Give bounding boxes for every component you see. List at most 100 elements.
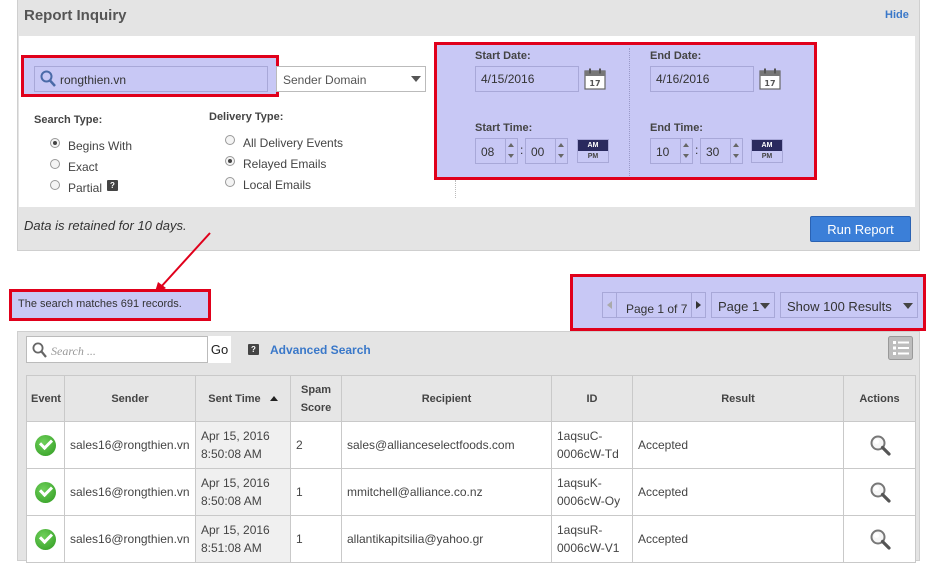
page-select[interactable]: Page 1 <box>711 292 775 318</box>
id-cell: 1aqsuC- 0006cW-Td <box>551 421 633 469</box>
option-all-delivery: All Delivery Events <box>243 136 344 150</box>
header-row: Event Sender Sent Time Spam Score Recipi… <box>26 375 916 422</box>
end-date-input[interactable]: 4/16/2016 <box>650 66 754 92</box>
grid-search-input[interactable]: Search ... <box>26 336 231 363</box>
end-minute-value: 30 <box>706 145 720 159</box>
spam-score-cell: 1 <box>290 468 342 516</box>
recipient-cell: allantikapitsilia@yahoo.gr <box>341 515 552 563</box>
sender-cell: sales16@rongthien.vn <box>64 515 196 563</box>
stepper-arrows[interactable] <box>680 139 692 163</box>
sent-time-cell: Apr 15, 2016 8:51:08 AM <box>195 515 291 563</box>
magnifier-icon[interactable] <box>869 434 891 456</box>
col-id[interactable]: ID <box>551 375 633 422</box>
calendar-day: 17 <box>764 79 775 88</box>
event-cell <box>26 468 65 516</box>
field-type-select[interactable]: Sender Domain <box>276 66 426 92</box>
radio-local[interactable] <box>225 177 235 187</box>
col-event[interactable]: Event <box>26 375 65 422</box>
end-time-label: End Time: <box>650 122 703 134</box>
calendar-icon[interactable]: 17 <box>759 68 781 90</box>
id-cell: 1aqsuR- 0006cW-V1 <box>551 515 633 563</box>
magnifier-icon[interactable] <box>869 528 891 550</box>
table-row[interactable]: sales16@rongthien.vn Apr 15, 2016 8:50:08 … <box>26 421 916 469</box>
pm-option[interactable]: PM <box>578 151 608 162</box>
delivery-type-label: Delivery Type: <box>209 111 284 123</box>
id-cell: 1aqsuK- 0006cW-Oy <box>551 468 633 516</box>
col-recipient[interactable]: Recipient <box>341 375 552 422</box>
option-begins-with: Begins With <box>68 139 133 153</box>
domain-input[interactable]: rongthien.vn <box>34 66 268 92</box>
stepper-arrows[interactable] <box>555 139 567 163</box>
start-ampm-toggle[interactable]: AM PM <box>577 139 609 163</box>
go-button[interactable]: Go <box>207 336 231 363</box>
check-icon <box>35 434 56 456</box>
advanced-search-link[interactable]: Advanced Search <box>270 343 371 357</box>
panel-title: Report Inquiry <box>24 7 127 24</box>
chevron-down-icon <box>903 303 913 309</box>
chevron-down-icon <box>760 303 770 309</box>
spam-score-cell: 2 <box>290 421 342 469</box>
stepper-arrows[interactable] <box>505 139 517 163</box>
id-part: 0006cW-V1 <box>557 541 620 555</box>
search-icon <box>32 342 47 358</box>
pm-option[interactable]: PM <box>752 151 782 162</box>
col-sender[interactable]: Sender <box>64 375 196 422</box>
radio-begins-with[interactable] <box>50 138 60 148</box>
chevron-down-icon <box>411 76 421 82</box>
sent-time-cell: Apr 15, 2016 8:50:08 AM <box>195 468 291 516</box>
time-colon: : <box>520 143 524 157</box>
option-exact: Exact <box>68 160 99 174</box>
start-hour-value: 08 <box>481 145 495 159</box>
calendar-icon[interactable]: 17 <box>584 68 606 90</box>
option-relayed: Relayed Emails <box>243 157 327 171</box>
radio-relayed[interactable] <box>225 156 235 166</box>
table-row[interactable]: sales16@rongthien.vn Apr 15, 2016 8:50:08 … <box>26 468 916 516</box>
search-placeholder: Search ... <box>51 344 96 358</box>
page-of-label: Page 1 of 7 <box>626 302 688 316</box>
results-per-page-select[interactable]: Show 100 Results <box>780 292 918 318</box>
start-date-input[interactable]: 4/15/2016 <box>475 66 579 92</box>
sent-date: Apr 15, 2016 <box>201 523 270 537</box>
radio-exact[interactable] <box>50 159 60 169</box>
col-spam-score[interactable]: Spam Score <box>290 375 342 422</box>
start-hour-stepper[interactable]: 08 <box>475 138 518 164</box>
end-hour-stepper[interactable]: 10 <box>650 138 693 164</box>
am-option[interactable]: AM <box>578 140 608 151</box>
check-icon <box>35 528 56 550</box>
hide-link[interactable]: Hide <box>885 9 909 21</box>
help-icon[interactable]: ? <box>248 344 259 355</box>
list-view-icon[interactable] <box>888 336 913 360</box>
stepper-arrows[interactable] <box>730 139 742 163</box>
magnifier-icon[interactable] <box>869 481 891 503</box>
end-hour-value: 10 <box>656 145 670 159</box>
start-minute-stepper[interactable]: 00 <box>525 138 568 164</box>
next-page-button[interactable] <box>691 293 705 317</box>
sent-time-cell: Apr 15, 2016 8:50:08 AM <box>195 421 291 469</box>
sent-time: 8:50:08 AM <box>201 447 262 461</box>
end-ampm-toggle[interactable]: AM PM <box>751 139 783 163</box>
run-report-button[interactable]: Run Report <box>810 216 911 242</box>
result-cell: Accepted <box>632 421 844 469</box>
end-minute-stepper[interactable]: 30 <box>700 138 743 164</box>
col-actions: Actions <box>843 375 916 422</box>
radio-all-delivery[interactable] <box>225 135 235 145</box>
actions-cell <box>843 468 916 516</box>
col-result[interactable]: Result <box>632 375 844 422</box>
annotation-arrow <box>154 232 211 295</box>
table-row[interactable]: sales16@rongthien.vn Apr 15, 2016 8:51:08 … <box>26 515 916 563</box>
chevron-right-icon <box>696 301 701 309</box>
search-type-label: Search Type: <box>34 114 103 126</box>
actions-cell <box>843 421 916 469</box>
check-icon <box>35 481 56 503</box>
page-select-value: Page 1 <box>718 299 760 314</box>
help-icon[interactable]: ? <box>107 180 118 191</box>
radio-partial[interactable] <box>50 180 60 190</box>
chevron-left-icon <box>607 301 612 309</box>
search-icon <box>40 70 56 87</box>
start-time-label: Start Time: <box>475 122 533 134</box>
prev-page-button[interactable] <box>603 293 617 317</box>
sender-cell: sales16@rongthien.vn <box>64 421 196 469</box>
start-date-label: Start Date: <box>475 50 531 62</box>
am-option[interactable]: AM <box>752 140 782 151</box>
col-sent-time[interactable]: Sent Time <box>195 375 291 422</box>
